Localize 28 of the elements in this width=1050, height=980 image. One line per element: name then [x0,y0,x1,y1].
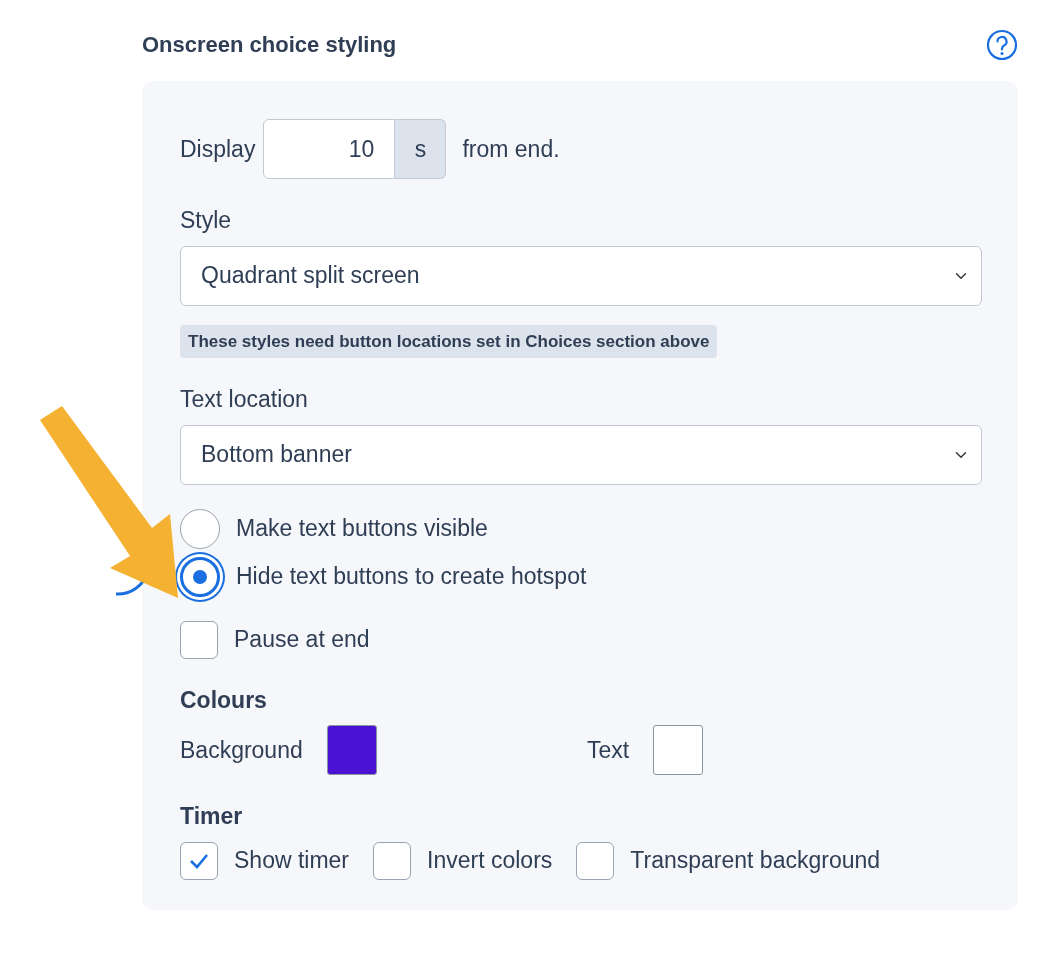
help-icon[interactable] [986,28,1018,61]
field-label: Display [180,134,256,164]
style-dropdown[interactable]: Quadrant split screen [180,245,982,306]
checkbox-label: Pause at end [234,625,370,655]
checkbox-label: Invert colors [427,846,553,876]
colour-label: Text [587,735,630,765]
checkbox[interactable] [373,841,412,880]
text-location-dropdown[interactable]: Bottom banner [180,424,982,485]
radio-label: Make text buttons visible [236,514,488,544]
colour-swatch[interactable] [653,725,704,775]
field-suffix: from end. [462,134,560,164]
radio-label: Hide text buttons to create hotspot [236,562,587,592]
colour-label: Background [180,735,303,765]
section-title: Onscreen choice styling [142,31,397,59]
section-heading: Timer [180,802,244,831]
field-label: Text location [180,385,309,414]
field-label: Style [180,206,233,235]
duration-field[interactable]: 10 [263,119,396,179]
checkbox[interactable] [576,841,615,880]
checkbox-label: Transparent background [630,846,881,876]
colour-swatch[interactable] [326,725,377,775]
checkbox[interactable] [180,841,218,880]
checkbox-label: Show timer [234,846,350,876]
section-heading: Colours [180,685,268,715]
radio-button[interactable] [180,508,220,549]
checkbox[interactable] [180,620,218,659]
hint-text: These styles need button locations set in Choices section above [180,324,718,358]
unit-addon: s [395,119,447,179]
